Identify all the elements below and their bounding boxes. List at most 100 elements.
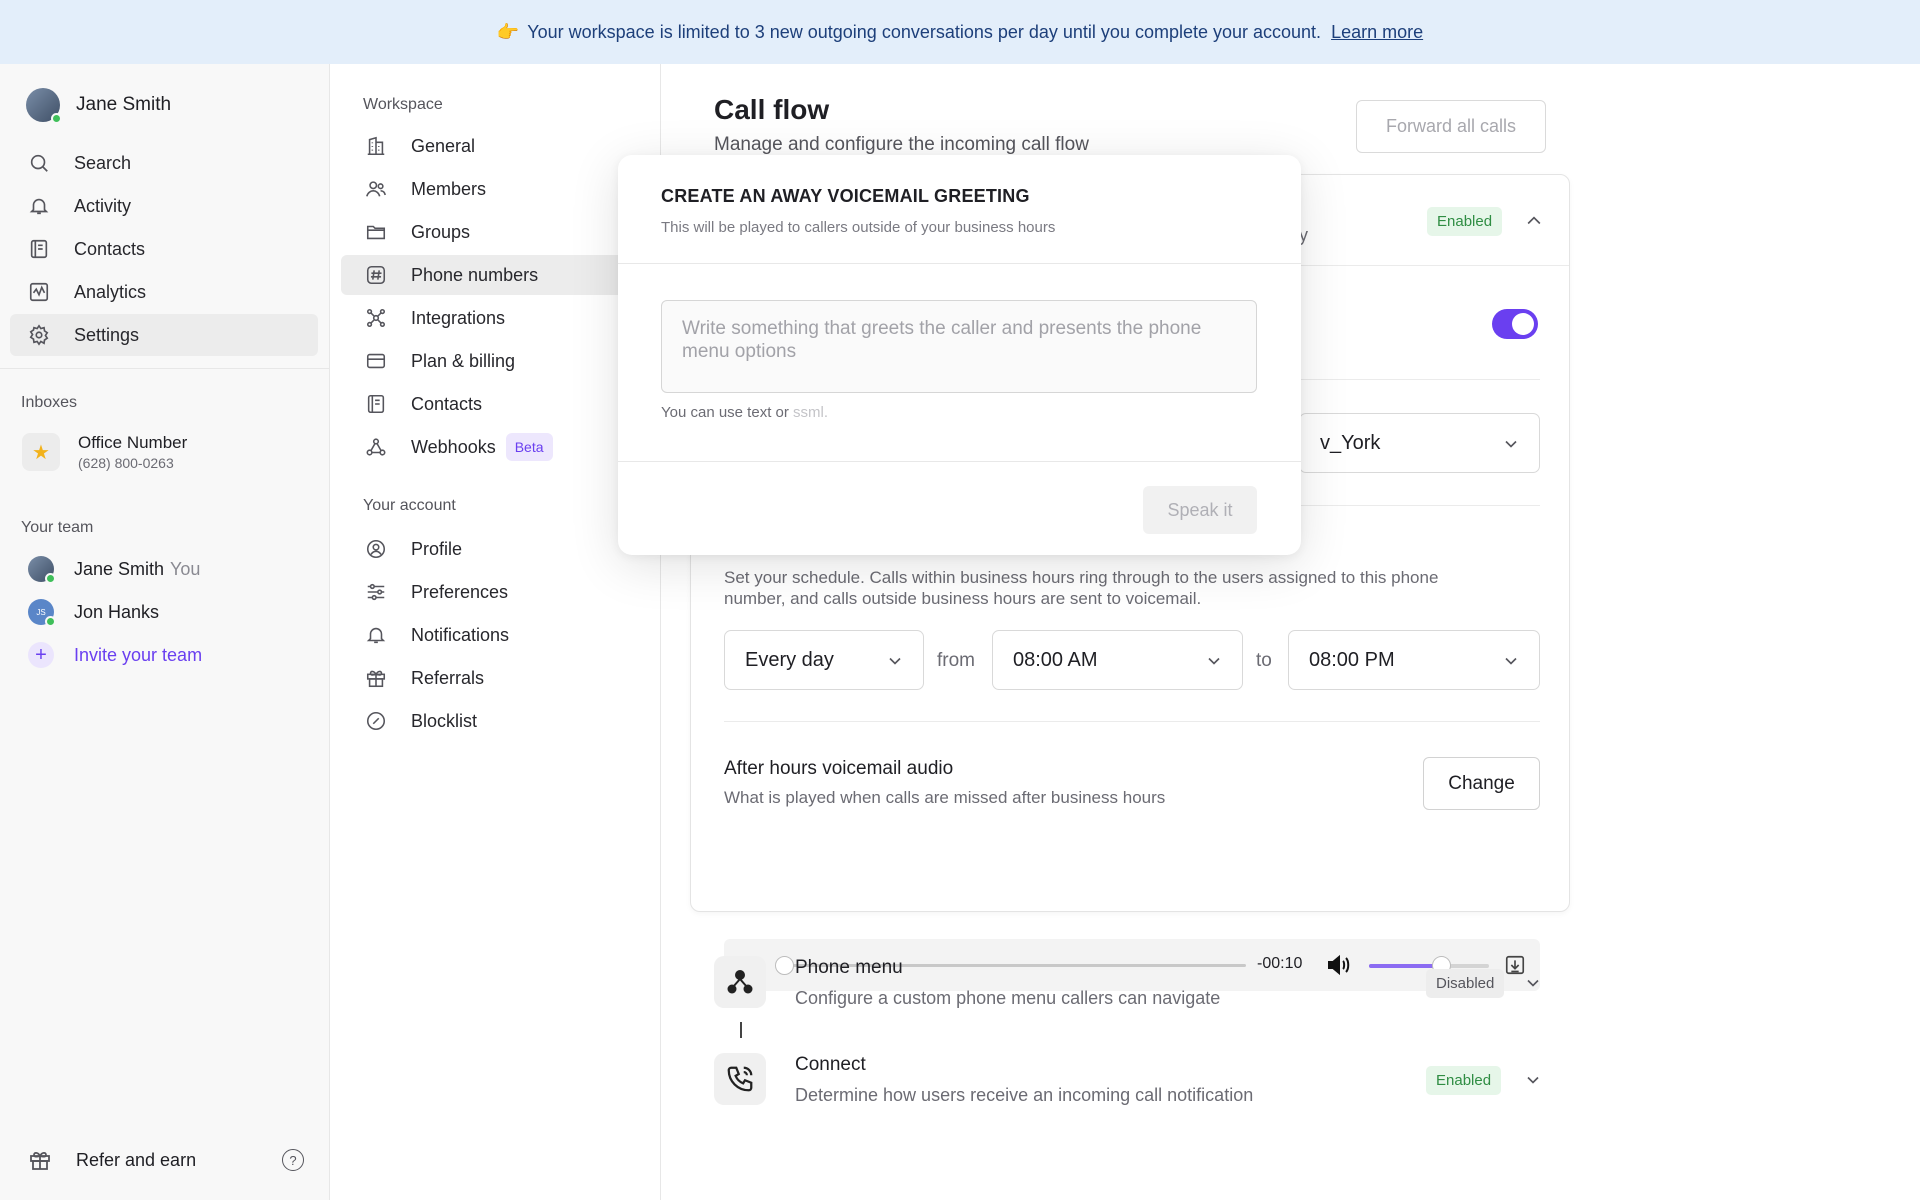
from-time-select[interactable]: 08:00 AM <box>992 630 1243 690</box>
top-banner: 👉 Your workspace is limited to 3 new out… <box>0 0 1920 64</box>
modal-subtitle: This will be played to callers outside o… <box>661 219 1056 236</box>
settings-label: Members <box>411 178 487 199</box>
nav-item-activity[interactable]: Activity <box>10 185 318 227</box>
profile-icon <box>366 539 386 559</box>
change-button[interactable]: Change <box>1423 757 1540 810</box>
settings-label: Blocklist <box>411 710 478 731</box>
pointing-hand-icon: 👉 <box>496 21 520 42</box>
gift-icon <box>30 1151 50 1170</box>
nav-label: Analytics <box>74 281 147 302</box>
speak-it-button[interactable]: Speak it <box>1143 486 1257 534</box>
connect-icon <box>714 1053 766 1105</box>
hint-text: You can use text or <box>661 404 789 421</box>
inbox-number: (628) 800-0263 <box>78 455 174 471</box>
account-heading: Your account <box>363 497 456 514</box>
timezone-select[interactable]: v_York <box>1299 413 1540 473</box>
business-hours-toggle[interactable] <box>1492 309 1538 339</box>
settings-item-preferences[interactable]: Preferences <box>341 572 651 612</box>
modal-divider <box>618 461 1301 462</box>
days-select[interactable]: Every day <box>724 630 924 690</box>
settings-label: Contacts <box>411 393 483 414</box>
voicemail-title: After hours voicemail audio <box>724 758 954 779</box>
chevron-down-icon <box>1505 440 1517 448</box>
member-name: Jon Hanks <box>74 601 160 622</box>
learn-more-link[interactable]: Learn more <box>1331 22 1423 43</box>
settings-label: Phone numbers <box>411 264 539 285</box>
greeting-textarea[interactable] <box>661 300 1257 393</box>
status-badge: Enabled <box>1427 207 1503 236</box>
avatar <box>26 88 62 124</box>
ssml-link[interactable]: ssml. <box>793 404 828 421</box>
settings-item-groups[interactable]: Groups <box>341 212 651 252</box>
nav-item-search[interactable]: Search <box>10 142 318 184</box>
chevron-up-icon[interactable] <box>1524 211 1544 231</box>
connect-desc: Determine how users receive an incoming … <box>795 1085 1254 1105</box>
voicemail-greeting-modal: CREATE AN AWAY VOICEMAIL GREETING This w… <box>618 155 1301 555</box>
settings-item-blocklist[interactable]: Blocklist <box>341 701 651 741</box>
chevron-down-icon <box>1208 657 1220 665</box>
progress-knob[interactable] <box>775 956 794 975</box>
invite-label: Invite your team <box>74 644 203 665</box>
team-member-jane[interactable]: Jane Smith You <box>28 556 200 584</box>
avatar-initials: JS <box>36 607 46 617</box>
current-user[interactable]: Jane Smith <box>26 88 172 124</box>
schedule-desc-line2: number, and calls outside business hours… <box>724 589 1202 608</box>
connect-status-badge: Enabled <box>1426 1066 1502 1095</box>
settings-item-plan-billing[interactable]: Plan & billing <box>341 341 651 381</box>
page-subtitle: Manage and configure the incoming call f… <box>714 134 1089 155</box>
nav-label: Settings <box>74 324 140 345</box>
avatar <box>28 556 56 584</box>
timezone-value: v_York <box>1320 431 1381 454</box>
chevron-down-icon[interactable] <box>1523 973 1543 993</box>
to-label: to <box>1256 650 1272 671</box>
inbox-office-number[interactable]: ★ Office Number (628) 800-0263 <box>22 433 187 471</box>
hash-icon <box>366 265 386 285</box>
days-value: Every day <box>745 648 834 671</box>
connect-title: Connect <box>795 1054 866 1075</box>
settings-item-referrals[interactable]: Referrals <box>341 658 651 698</box>
left-sidebar: Jane Smith Search Activity Contacts Anal… <box>0 64 330 1200</box>
nav-item-contacts[interactable]: Contacts <box>10 228 318 270</box>
settings-label: Notifications <box>411 624 510 645</box>
settings-label: Integrations <box>411 307 506 328</box>
voicemail-desc: What is played when calls are missed aft… <box>724 788 1166 807</box>
settings-label: Groups <box>411 221 471 242</box>
settings-item-members[interactable]: Members <box>341 169 651 209</box>
settings-item-notifications[interactable]: Notifications <box>341 615 651 655</box>
nav-item-analytics[interactable]: Analytics <box>10 271 318 313</box>
card-icon <box>366 353 386 369</box>
settings-item-contacts[interactable]: Contacts <box>341 384 651 424</box>
settings-item-phone-numbers[interactable]: Phone numbers <box>341 255 651 295</box>
online-status-dot <box>45 573 56 584</box>
inboxes-heading: Inboxes <box>21 394 78 411</box>
chevron-down-icon <box>1505 657 1517 665</box>
chevron-down-icon[interactable] <box>1523 1070 1543 1090</box>
nav-item-settings[interactable]: Settings <box>10 314 318 356</box>
search-icon <box>30 154 48 172</box>
user-name: Jane Smith <box>76 94 172 115</box>
settings-nav: Workspace General Members Groups Phone n… <box>331 64 661 1200</box>
page-title: Call flow <box>714 94 830 125</box>
volume-icon[interactable] <box>1326 953 1352 977</box>
help-icon[interactable]: ? <box>282 1149 304 1171</box>
volume-track[interactable] <box>1369 964 1489 968</box>
settings-item-integrations[interactable]: Integrations <box>341 298 651 338</box>
inbox-name: Office Number <box>78 433 188 452</box>
nav-label: Contacts <box>74 238 146 259</box>
to-time-select[interactable]: 08:00 PM <box>1288 630 1540 690</box>
settings-item-profile[interactable]: Profile <box>341 529 651 569</box>
refer-and-earn[interactable]: Refer and earn ? <box>28 1148 304 1172</box>
building-icon <box>367 136 385 156</box>
banner-text: Your workspace is limited to 3 new outgo… <box>527 21 1322 42</box>
invite-team-button[interactable]: + Invite your team <box>28 642 202 668</box>
main-nav: Search Activity Contacts Analytics Setti… <box>10 142 318 357</box>
divider <box>724 721 1540 722</box>
settings-item-general[interactable]: General <box>341 126 651 166</box>
from-label: from <box>937 650 975 671</box>
forward-all-calls-button[interactable]: Forward all calls <box>1356 100 1546 153</box>
settings-item-webhooks[interactable]: Webhooks Beta <box>341 427 651 467</box>
team-member-jon[interactable]: JS Jon Hanks <box>28 599 160 627</box>
settings-label: Profile <box>411 538 463 559</box>
schedule-desc-line1: Set your schedule. Calls within business… <box>724 568 1439 587</box>
branch-icon <box>727 970 753 994</box>
